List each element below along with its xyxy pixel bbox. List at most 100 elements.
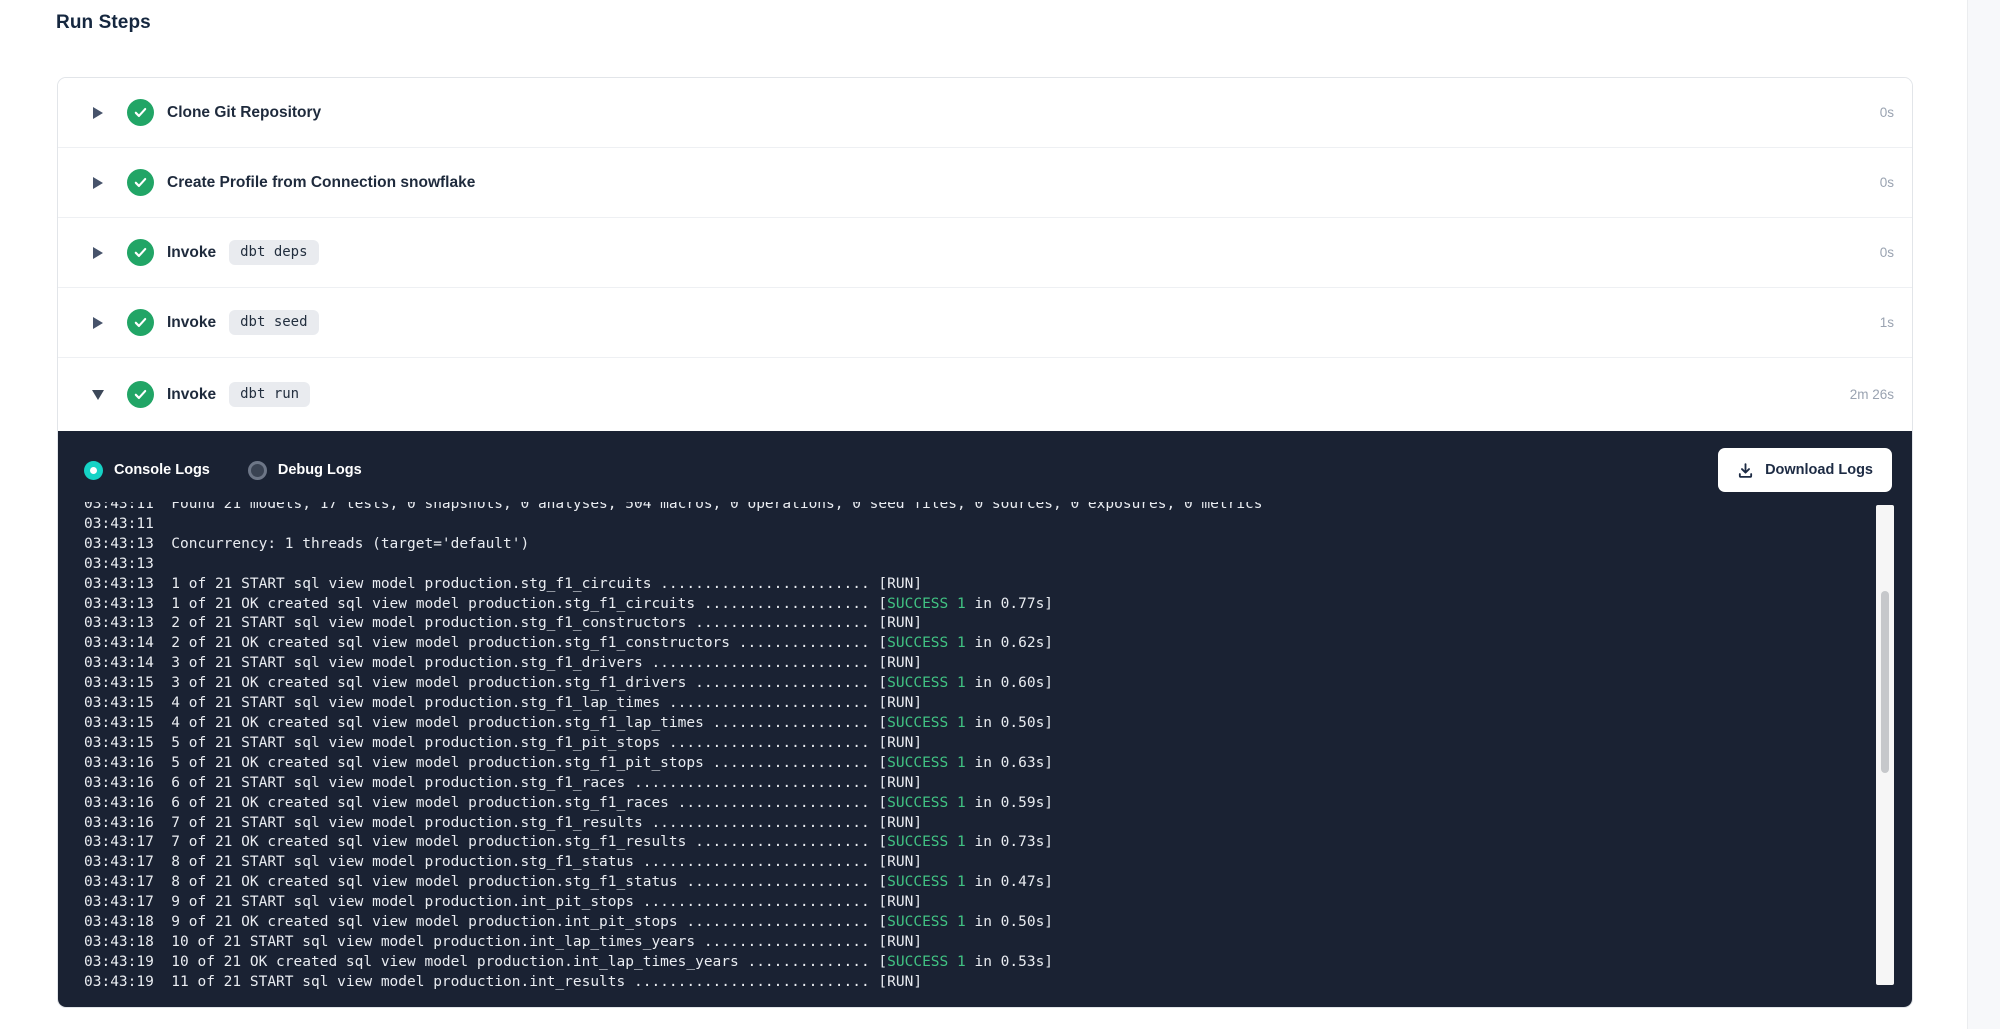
log-line: 03:43:13 Concurrency: 1 threads (target=… [84,535,1872,555]
log-line: 03:43:18 9 of 21 OK created sql view mod… [84,913,1872,933]
caret-shape [93,177,103,189]
console-panel: Console Logs Debug Logs Download Logs 03:… [58,431,1912,1007]
log-timestamp: 03:43:16 [84,795,154,811]
log-line: 03:43:15 5 of 21 START sql view model pr… [84,734,1872,754]
log-line: 03:43:19 11 of 21 START sql view model p… [84,973,1872,993]
log-status-time: in 0.73s] [966,834,1053,850]
run-steps-list: Clone Git Repository0sCreate Profile fro… [58,78,1912,431]
log-status-run: [RUN] [870,695,922,711]
step-label: Create Profile from Connection snowflake [167,174,475,192]
log-line: 03:43:13 [84,555,1872,575]
radio-selected-icon[interactable] [84,461,103,480]
log-timestamp: 03:43:17 [84,834,154,850]
caret-shape [93,107,103,119]
log-message: 4 of 21 START sql view model production.… [154,695,870,711]
log-line: 03:43:16 6 of 21 OK created sql view mod… [84,794,1872,814]
log-message: Concurrency: 1 threads (target='default'… [154,536,529,552]
log-timestamp: 03:43:11 [84,516,154,532]
log-status-run: [RUN] [870,815,922,831]
log-status-time: in 0.50s] [966,914,1053,930]
log-status-time: in 0.77s] [966,596,1053,612]
log-message: 3 of 21 OK created sql view model produc… [154,675,870,691]
caret-shape [93,247,103,259]
log-status-success: SUCCESS 1 [887,596,966,612]
log-status-bracket: [ [870,755,887,771]
step-row-invoke-dbt-deps[interactable]: Invoke dbt deps 0s [58,218,1912,288]
log-message: 7 of 21 OK created sql view model produc… [154,834,870,850]
log-message: 8 of 21 START sql view model production.… [154,854,870,870]
log-timestamp: 03:43:14 [84,635,154,651]
step-row-invoke-dbt-seed[interactable]: Invokedbt seed1s [58,288,1912,358]
scrollbar-thumb[interactable] [1881,591,1889,773]
log-line: 03:43:11 Found 21 models, 17 tests, 0 sn… [84,502,1872,515]
log-message: 9 of 21 OK created sql view model produc… [154,914,870,930]
log-timestamp: 03:43:11 [84,502,154,512]
chevron-right-icon[interactable] [91,107,105,119]
log-timestamp: 03:43:15 [84,735,154,751]
radio-unselected-icon[interactable] [248,461,267,480]
success-check-icon [127,99,154,126]
step-duration: 2m 26s [1850,387,1894,402]
log-line: 03:43:13 2 of 21 START sql view model pr… [84,614,1872,634]
log-message: 11 of 21 START sql view model production… [154,974,870,990]
log-line: 03:43:13 1 of 21 START sql view model pr… [84,575,1872,595]
log-tab-console-logs[interactable]: Console Logs [84,461,210,480]
log-status-bracket: [ [870,874,887,890]
log-line: 03:43:17 7 of 21 OK created sql view mod… [84,833,1872,853]
log-status-success: SUCCESS 1 [887,874,966,890]
log-status-bracket: [ [870,596,887,612]
log-line: 03:43:13 1 of 21 OK created sql view mod… [84,595,1872,615]
page-title: Run Steps [56,12,151,34]
log-line: 03:43:16 5 of 21 OK created sql view mod… [84,754,1872,774]
chevron-right-icon[interactable] [91,177,105,189]
log-message: 8 of 21 OK created sql view model produc… [154,874,870,890]
log-status-success: SUCCESS 1 [887,635,966,651]
log-message: 5 of 21 OK created sql view model produc… [154,755,870,771]
console-log-viewport[interactable]: 03:43:11 Found 21 models, 17 tests, 0 sn… [84,502,1872,993]
caret-shape [92,390,104,400]
chevron-down-icon[interactable] [91,390,105,400]
scrollbar-track[interactable] [1876,505,1894,985]
step-duration: 1s [1880,315,1894,330]
log-timestamp: 03:43:13 [84,576,154,592]
log-tab-debug-logs[interactable]: Debug Logs [248,461,362,480]
log-message: Found 21 models, 17 tests, 0 snapshots, … [154,502,1263,512]
log-message: 3 of 21 START sql view model production.… [154,655,870,671]
log-status-run: [RUN] [870,615,922,631]
log-status-run: [RUN] [870,934,922,950]
log-timestamp: 03:43:13 [84,556,154,572]
log-status-run: [RUN] [870,974,922,990]
log-message: 2 of 21 OK created sql view model produc… [154,635,870,651]
log-line: 03:43:19 10 of 21 OK created sql view mo… [84,953,1872,973]
log-status-bracket: [ [870,675,887,691]
log-status-run: [RUN] [870,655,922,671]
log-timestamp: 03:43:13 [84,536,154,552]
chevron-right-icon[interactable] [91,317,105,329]
console-header: Console Logs Debug Logs Download Logs [58,431,1912,495]
log-status-bracket: [ [870,834,887,850]
log-timestamp: 03:43:19 [84,954,154,970]
chevron-right-icon[interactable] [91,247,105,259]
step-duration: 0s [1880,245,1894,260]
log-timestamp: 03:43:13 [84,596,154,612]
log-status-time: in 0.47s] [966,874,1053,890]
step-row-invoke-dbt-run[interactable]: Invokedbt run2m 26s [58,358,1912,431]
log-timestamp: 03:43:18 [84,914,154,930]
log-timestamp: 03:43:17 [84,894,154,910]
step-row-create-profile-from-connection-snowflake[interactable]: Create Profile from Connection snowflake… [58,148,1912,218]
log-tab-label: Debug Logs [278,462,362,478]
log-status-time: in 0.62s] [966,635,1053,651]
log-status-bracket: [ [870,954,887,970]
step-row-clone-git-repository[interactable]: Clone Git Repository0s [58,78,1912,148]
log-timestamp: 03:43:17 [84,874,154,890]
log-status-time: in 0.63s] [966,755,1053,771]
log-status-success: SUCCESS 1 [887,755,966,771]
download-logs-button[interactable]: Download Logs [1718,448,1892,492]
step-command-badge: dbt deps [229,240,318,266]
log-line: 03:43:14 3 of 21 START sql view model pr… [84,654,1872,674]
log-status-success: SUCCESS 1 [887,914,966,930]
step-label: Invoke [167,244,216,262]
log-status-time: in 0.53s] [966,954,1053,970]
step-command-badge: dbt run [229,382,310,408]
log-line: 03:43:11 [84,515,1872,535]
